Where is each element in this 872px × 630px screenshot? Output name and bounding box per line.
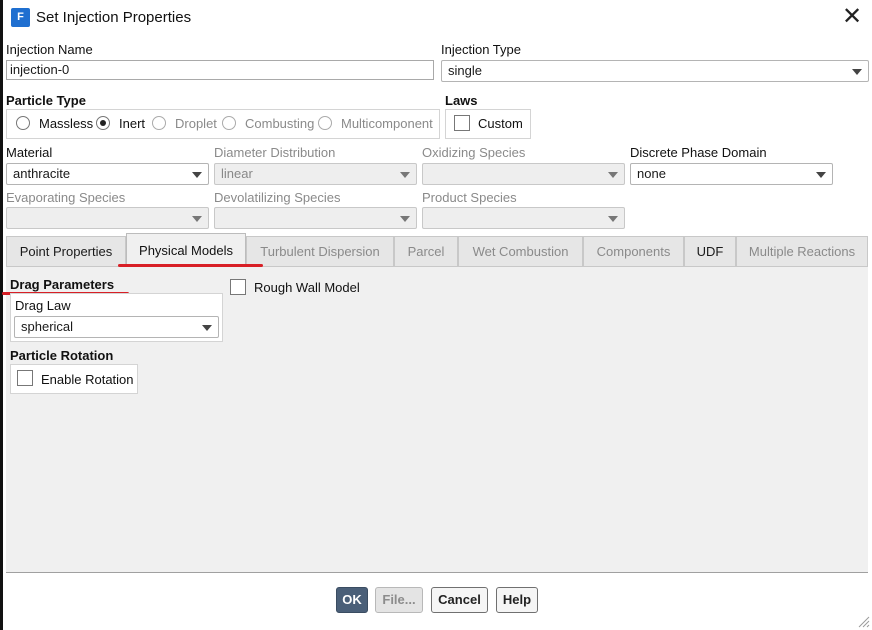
cancel-button[interactable]: Cancel bbox=[431, 587, 488, 613]
discrete-phase-domain-dropdown[interactable]: none bbox=[630, 163, 833, 185]
tab-udf[interactable]: UDF bbox=[684, 236, 736, 266]
window-left-edge bbox=[0, 0, 3, 630]
tab-parcel[interactable]: Parcel bbox=[394, 236, 458, 266]
oxidizing-species-label: Oxidizing Species bbox=[422, 145, 526, 160]
enable-rotation-checkbox[interactable] bbox=[17, 370, 33, 386]
drag-law-dropdown[interactable]: spherical bbox=[14, 316, 219, 338]
diameter-distribution-value: linear bbox=[221, 166, 253, 181]
radio-inert[interactable] bbox=[96, 116, 110, 130]
discrete-phase-domain-label: Discrete Phase Domain bbox=[630, 145, 767, 160]
drag-parameters-label: Drag Parameters bbox=[10, 277, 115, 292]
radio-selected-dot bbox=[100, 120, 106, 126]
custom-laws-label[interactable]: Custom bbox=[478, 116, 523, 131]
chevron-down-icon bbox=[400, 216, 410, 222]
chevron-down-icon bbox=[608, 216, 618, 222]
chevron-down-icon bbox=[192, 216, 202, 222]
material-dropdown[interactable]: anthracite bbox=[6, 163, 209, 185]
radio-massless-label[interactable]: Massless bbox=[39, 116, 93, 131]
product-species-label: Product Species bbox=[422, 190, 517, 205]
injection-name-label: Injection Name bbox=[6, 42, 93, 57]
radio-multicomponent[interactable] bbox=[318, 116, 332, 130]
help-button[interactable]: Help bbox=[496, 587, 538, 613]
rough-wall-label[interactable]: Rough Wall Model bbox=[254, 280, 360, 295]
diameter-distribution-label: Diameter Distribution bbox=[214, 145, 336, 160]
devolatilizing-species-label: Devolatilizing Species bbox=[214, 190, 341, 205]
file-button[interactable]: File... bbox=[375, 587, 423, 613]
custom-laws-checkbox[interactable] bbox=[454, 115, 470, 131]
tab-strip: Point Properties Physical Models Turbule… bbox=[6, 233, 868, 267]
radio-combusting[interactable] bbox=[222, 116, 236, 130]
app-icon: F bbox=[11, 8, 30, 27]
tab-multiple-reactions[interactable]: Multiple Reactions bbox=[736, 236, 868, 266]
particle-rotation-label: Particle Rotation bbox=[10, 348, 114, 363]
material-value: anthracite bbox=[13, 166, 71, 181]
tab-physical-models[interactable]: Physical Models bbox=[126, 233, 246, 267]
evaporating-species-dropdown[interactable] bbox=[6, 207, 209, 229]
annotation-underline-tab bbox=[118, 264, 263, 267]
injection-type-label: Injection Type bbox=[441, 42, 521, 57]
devolatilizing-species-dropdown[interactable] bbox=[214, 207, 417, 229]
tab-components[interactable]: Components bbox=[583, 236, 684, 266]
chevron-down-icon bbox=[192, 172, 202, 178]
material-label: Material bbox=[6, 145, 53, 160]
tab-wet-combustion[interactable]: Wet Combustion bbox=[458, 236, 583, 266]
tab-turbulent-dispersion[interactable]: Turbulent Dispersion bbox=[246, 236, 394, 266]
close-icon[interactable]: ✕ bbox=[838, 4, 866, 32]
chevron-down-icon bbox=[400, 172, 410, 178]
radio-droplet[interactable] bbox=[152, 116, 166, 130]
drag-law-value: spherical bbox=[21, 319, 74, 334]
oxidizing-species-dropdown[interactable] bbox=[422, 163, 625, 185]
chevron-down-icon bbox=[202, 325, 212, 331]
radio-multicomponent-label[interactable]: Multicomponent bbox=[341, 116, 433, 131]
ok-button[interactable]: OK bbox=[336, 587, 368, 613]
radio-massless[interactable] bbox=[16, 116, 30, 130]
radio-inert-label[interactable]: Inert bbox=[119, 116, 145, 131]
injection-type-dropdown[interactable]: single bbox=[441, 60, 869, 82]
footer-separator bbox=[6, 572, 868, 573]
resize-grip-icon[interactable] bbox=[856, 614, 870, 628]
injection-type-value: single bbox=[448, 63, 482, 78]
radio-droplet-label[interactable]: Droplet bbox=[175, 116, 217, 131]
enable-rotation-label[interactable]: Enable Rotation bbox=[41, 372, 134, 387]
radio-combusting-label[interactable]: Combusting bbox=[245, 116, 314, 131]
injection-name-input[interactable]: injection-0 bbox=[6, 60, 434, 80]
diameter-distribution-dropdown[interactable]: linear bbox=[214, 163, 417, 185]
chevron-down-icon bbox=[608, 172, 618, 178]
product-species-dropdown[interactable] bbox=[422, 207, 625, 229]
laws-label: Laws bbox=[445, 93, 478, 108]
tab-point-properties[interactable]: Point Properties bbox=[6, 236, 126, 266]
drag-law-label: Drag Law bbox=[15, 298, 71, 313]
evaporating-species-label: Evaporating Species bbox=[6, 190, 126, 205]
window-title: Set Injection Properties bbox=[36, 9, 192, 26]
rough-wall-checkbox[interactable] bbox=[230, 279, 246, 295]
discrete-phase-domain-value: none bbox=[637, 166, 666, 181]
chevron-down-icon bbox=[852, 69, 862, 75]
particle-type-label: Particle Type bbox=[6, 93, 86, 108]
chevron-down-icon bbox=[816, 172, 826, 178]
